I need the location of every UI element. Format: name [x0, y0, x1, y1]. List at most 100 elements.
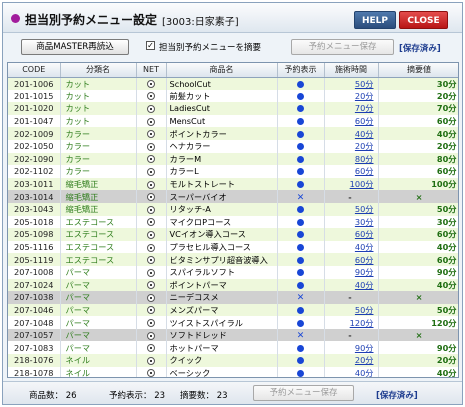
- row-reserve-display[interactable]: [277, 228, 325, 241]
- table-row[interactable]: 202-1102 カラー カラーL 60分 60分: [8, 165, 458, 178]
- row-reserve-display[interactable]: [277, 354, 325, 367]
- table-row[interactable]: 201-1047 カット MensCut 60分 60分: [8, 114, 458, 128]
- row-treatment-time[interactable]: 50分: [324, 202, 379, 216]
- row-reserve-display[interactable]: ✕: [277, 190, 325, 203]
- net-radio[interactable]: [147, 356, 155, 365]
- row-treatment-time[interactable]: 80分: [324, 152, 379, 166]
- row-treatment-time[interactable]: 40分: [324, 366, 379, 377]
- reserve-on-icon[interactable]: [297, 118, 304, 126]
- net-radio[interactable]: [147, 243, 155, 252]
- header-reserve-display[interactable]: 予約表示: [277, 63, 325, 78]
- reserve-on-icon[interactable]: [297, 168, 304, 176]
- row-treatment-time[interactable]: -: [324, 328, 379, 342]
- row-reserve-display[interactable]: [277, 139, 325, 153]
- row-reserve-display[interactable]: [277, 240, 325, 254]
- row-treatment-time[interactable]: 20分: [324, 89, 379, 103]
- net-radio[interactable]: [147, 218, 155, 227]
- save-menu-button[interactable]: 予約メニュー保存: [291, 39, 394, 55]
- reserve-off-icon[interactable]: ✕: [297, 293, 305, 303]
- close-button[interactable]: CLOSE: [399, 11, 448, 29]
- reserve-on-icon[interactable]: [297, 306, 304, 314]
- header-code[interactable]: CODE: [8, 63, 61, 78]
- reserve-on-icon[interactable]: [297, 244, 304, 252]
- reserve-off-icon[interactable]: ✕: [297, 193, 305, 203]
- net-radio[interactable]: [147, 205, 155, 214]
- row-reserve-display[interactable]: [277, 253, 325, 266]
- net-radio[interactable]: [147, 193, 155, 202]
- row-reserve-display[interactable]: [277, 152, 325, 166]
- table-row[interactable]: 203-1014 縮毛矯正 スーパーバイオ ✕ - ×: [8, 190, 458, 203]
- net-radio[interactable]: [147, 142, 155, 151]
- table-row[interactable]: 202-1009 カラー ポイントカラー 40分 40分: [8, 127, 458, 140]
- net-radio[interactable]: [147, 268, 155, 277]
- row-reserve-display[interactable]: [277, 127, 325, 140]
- table-row[interactable]: 207-1057 パーマ ソフトドレッド ✕ - ×: [8, 328, 458, 342]
- row-reserve-display[interactable]: [277, 341, 325, 355]
- reserve-on-icon[interactable]: [297, 92, 304, 100]
- net-radio[interactable]: [147, 344, 155, 353]
- net-radio[interactable]: [147, 180, 155, 189]
- row-treatment-time[interactable]: 60分: [324, 165, 379, 178]
- row-treatment-time[interactable]: 50分: [324, 77, 379, 90]
- reserve-on-icon[interactable]: [297, 218, 304, 226]
- table-row[interactable]: 218-1076 ネイル クイック 20分 20分: [8, 354, 458, 367]
- table-row[interactable]: 201-1006 カット SchoolCut 50分 30分: [8, 77, 458, 90]
- row-reserve-display[interactable]: [277, 102, 325, 115]
- reserve-on-icon[interactable]: [297, 269, 304, 277]
- row-treatment-time[interactable]: -: [324, 291, 379, 304]
- table-row[interactable]: 207-1048 パーマ ツイストスパイラル 120分 120分: [8, 316, 458, 329]
- reserve-on-icon[interactable]: [297, 357, 304, 365]
- row-treatment-time[interactable]: 100分: [324, 177, 379, 191]
- reserve-on-icon[interactable]: [297, 256, 304, 264]
- reserve-off-icon[interactable]: ✕: [297, 331, 305, 341]
- table-row[interactable]: 201-1015 カット 前髪カット 20分 20分: [8, 89, 458, 103]
- table-row[interactable]: 207-1024 パーマ ポイントパーマ 40分 40分: [8, 278, 458, 292]
- table-row[interactable]: 207-1038 パーマ ニーデコスメ ✕ - ×: [8, 291, 458, 304]
- row-reserve-display[interactable]: [277, 303, 325, 317]
- row-reserve-display[interactable]: [277, 366, 325, 377]
- net-radio[interactable]: [147, 319, 155, 328]
- row-treatment-time[interactable]: 90分: [324, 341, 379, 355]
- row-treatment-time[interactable]: 40分: [324, 240, 379, 254]
- row-treatment-time[interactable]: 40分: [324, 278, 379, 292]
- net-radio[interactable]: [147, 80, 155, 89]
- help-button[interactable]: HELP: [354, 11, 396, 29]
- table-row[interactable]: 203-1011 縮毛矯正 モルトストレート 100分 100分: [8, 177, 458, 191]
- row-treatment-time[interactable]: -: [324, 190, 379, 203]
- net-radio[interactable]: [147, 104, 155, 113]
- row-reserve-display[interactable]: [277, 202, 325, 216]
- reserve-on-icon[interactable]: [297, 281, 304, 289]
- row-treatment-time[interactable]: 90分: [324, 265, 379, 279]
- reserve-on-icon[interactable]: [297, 231, 304, 239]
- reserve-on-icon[interactable]: [297, 105, 304, 113]
- row-reserve-display[interactable]: [277, 316, 325, 329]
- table-row[interactable]: 202-1050 カラー ヘナカラー 20分 20分: [8, 139, 458, 153]
- header-product-name[interactable]: 商品名: [166, 63, 278, 78]
- table-row[interactable]: 207-1046 パーマ メンズパーマ 50分 50分: [8, 303, 458, 317]
- row-reserve-display[interactable]: [277, 114, 325, 128]
- net-radio[interactable]: [147, 256, 155, 265]
- row-treatment-time[interactable]: 60分: [324, 253, 379, 266]
- net-radio[interactable]: [147, 331, 155, 340]
- row-reserve-display[interactable]: ✕: [277, 328, 325, 342]
- table-row[interactable]: 218-1078 ネイル ベーシック 40分 40分: [8, 366, 458, 377]
- table-row[interactable]: 207-1083 パーマ ホットパーマ 90分 90分: [8, 341, 458, 355]
- row-treatment-time[interactable]: 120分: [324, 316, 379, 329]
- filter-checkbox[interactable]: ✓: [146, 41, 155, 50]
- net-radio[interactable]: [147, 293, 155, 302]
- row-reserve-display[interactable]: [277, 165, 325, 178]
- net-radio[interactable]: [147, 369, 155, 377]
- table-row[interactable]: 205-1018 エステコース マイクロPコース 30分 30分: [8, 215, 458, 229]
- net-radio[interactable]: [147, 92, 155, 101]
- reserve-on-icon[interactable]: [297, 155, 304, 163]
- table-row[interactable]: 205-1119 エステコース ビタミンサプリ超音波導入 60分 60分: [8, 253, 458, 266]
- reserve-on-icon[interactable]: [297, 130, 304, 138]
- header-category[interactable]: 分類名: [60, 63, 137, 78]
- net-radio[interactable]: [147, 155, 155, 164]
- table-row[interactable]: 205-1116 エステコース プラセヒル導入コース 40分 40分: [8, 240, 458, 254]
- net-radio[interactable]: [147, 230, 155, 239]
- row-treatment-time[interactable]: 70分: [324, 102, 379, 115]
- row-reserve-display[interactable]: [277, 265, 325, 279]
- net-radio[interactable]: [147, 306, 155, 315]
- row-treatment-time[interactable]: 50分: [324, 303, 379, 317]
